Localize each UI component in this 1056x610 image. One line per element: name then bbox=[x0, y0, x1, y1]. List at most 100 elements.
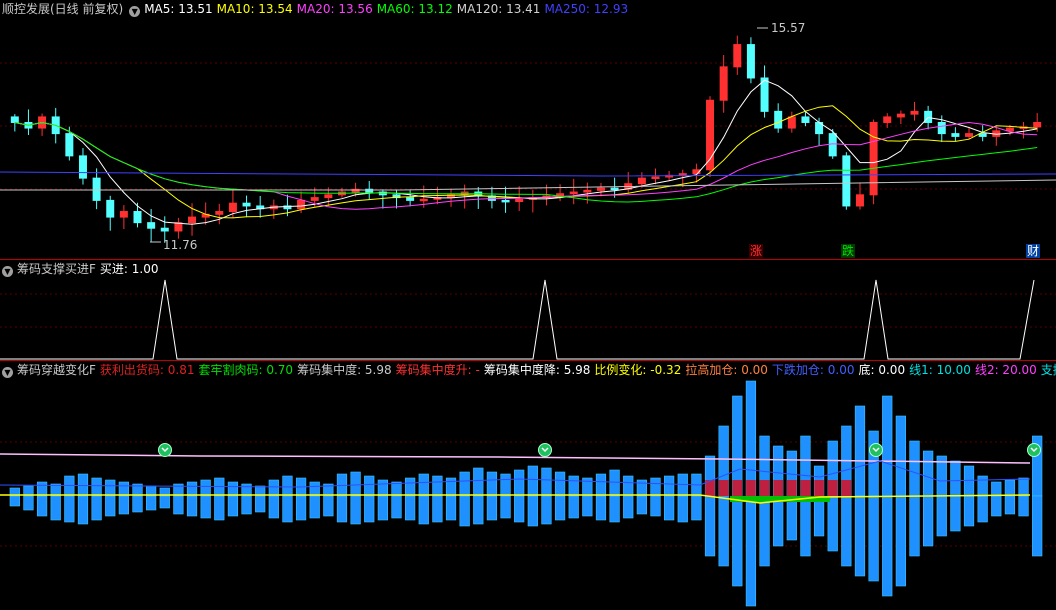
chip-legend-item: 套牢割肉码: 0.70 bbox=[198, 363, 294, 377]
profit-block bbox=[800, 480, 811, 496]
candle-up bbox=[297, 199, 306, 210]
histogram-bar-up bbox=[350, 471, 361, 497]
buy-value: 买进: 1.00 bbox=[99, 262, 159, 276]
candle-up bbox=[910, 110, 919, 115]
profit-block bbox=[773, 480, 783, 496]
histogram-bar-down bbox=[841, 495, 852, 567]
histogram-bar-down bbox=[255, 495, 266, 513]
histogram-bar-down bbox=[186, 495, 198, 517]
profit-block bbox=[732, 480, 743, 496]
event-marker-finance[interactable]: 财 bbox=[1026, 244, 1041, 258]
candle-up bbox=[1033, 121, 1042, 128]
ma-legend-item: MA20: 13.56 bbox=[296, 2, 373, 16]
histogram-bar-up bbox=[745, 380, 757, 497]
chip-legend-item: 筹码集中度升: - bbox=[395, 363, 480, 377]
histogram-bar-down bbox=[704, 495, 716, 557]
chip-change-chart[interactable] bbox=[0, 361, 1056, 610]
collapse-icon[interactable]: ▼ bbox=[2, 266, 13, 277]
histogram-bar-down bbox=[554, 495, 566, 521]
histogram-bar-down bbox=[91, 495, 102, 521]
chip-legend-item: 下跌加仓: 0.00 bbox=[771, 363, 855, 377]
collapse-icon[interactable]: ▼ bbox=[2, 367, 13, 378]
ma-line bbox=[0, 171, 1056, 177]
candle-down bbox=[92, 177, 101, 201]
histogram-bar-down bbox=[64, 495, 75, 523]
histogram-bar-down bbox=[118, 495, 129, 515]
candle-down bbox=[78, 155, 87, 179]
chip-change-legend: 获利出货码: 0.81 套牢割肉码: 0.70 筹码集中度: 5.98 筹码集中度升:… bbox=[100, 363, 1056, 377]
histogram-bar-up bbox=[541, 467, 552, 497]
low-price-label: 11.76 bbox=[163, 238, 198, 252]
histogram-bar-up bbox=[214, 477, 225, 497]
histogram-bar-down bbox=[473, 495, 484, 525]
histogram-bar-down bbox=[950, 495, 961, 532]
candle-up bbox=[515, 198, 524, 203]
histogram-bar-down bbox=[514, 495, 525, 523]
main-chart-header: 顺控发展(日线 前复权) ▼ MA5: 13.51 MA10: 13.54 MA20: … bbox=[0, 0, 636, 18]
candle-down bbox=[774, 110, 783, 129]
histogram-bar-down bbox=[50, 495, 61, 521]
candle-down bbox=[160, 227, 169, 232]
event-marker-fall[interactable]: 跌 bbox=[841, 244, 856, 258]
candle-up bbox=[637, 177, 646, 185]
histogram-bar-down bbox=[677, 495, 688, 523]
histogram-bar-down bbox=[486, 495, 498, 521]
collapse-icon[interactable]: ▼ bbox=[129, 6, 141, 17]
chip-legend-item: 线1: 10.00 bbox=[909, 363, 971, 377]
histogram-bar-down bbox=[595, 495, 607, 521]
histogram-bar-down bbox=[350, 495, 361, 525]
histogram-bar-down bbox=[295, 495, 307, 521]
histogram-bar-down bbox=[991, 495, 1002, 517]
histogram-bar-down bbox=[745, 495, 757, 607]
candle-up bbox=[419, 198, 428, 202]
histogram-bar-up bbox=[105, 479, 116, 497]
chip-legend-item: 筹码集中度: 5.98 bbox=[297, 363, 392, 377]
candle-down bbox=[924, 110, 933, 123]
chip-change-panel[interactable]: ▼ 筹码穿越变化F 获利出货码: 0.81 套牢割肉码: 0.70 筹码集中度: 5.9… bbox=[0, 361, 1056, 610]
histogram-bar-up bbox=[500, 473, 511, 497]
chip-legend-item: 线2: 20.00 bbox=[974, 363, 1037, 377]
histogram-bar-down bbox=[691, 495, 702, 521]
histogram-bar-up bbox=[527, 465, 538, 497]
histogram-bar-up bbox=[405, 477, 416, 497]
main-chart-panel[interactable]: 顺控发展(日线 前复权) ▼ MA5: 13.51 MA10: 13.54 MA20: … bbox=[0, 0, 1056, 259]
histogram-bar-up bbox=[445, 477, 457, 497]
histogram-bar-down bbox=[146, 495, 157, 511]
event-marker-rise[interactable]: 涨 bbox=[749, 244, 764, 258]
candlestick-chart[interactable] bbox=[0, 0, 1056, 259]
profit-block bbox=[759, 480, 770, 496]
histogram-bar-down bbox=[309, 495, 320, 519]
candle-up bbox=[310, 197, 319, 201]
histogram-bar-down bbox=[895, 495, 906, 587]
histogram-bar-down bbox=[432, 495, 443, 523]
histogram-bar-down bbox=[827, 495, 838, 552]
ma-legend-item: MA10: 13.54 bbox=[216, 2, 293, 16]
histogram-bar-down bbox=[582, 495, 593, 517]
histogram-bar-down bbox=[377, 495, 388, 521]
candle-down bbox=[10, 116, 19, 123]
histogram-bar-up bbox=[554, 471, 566, 497]
histogram-bar-down bbox=[636, 495, 647, 515]
candle-up bbox=[119, 211, 128, 218]
candle-up bbox=[188, 216, 197, 224]
candle-up bbox=[883, 116, 892, 123]
candle-down bbox=[842, 155, 851, 207]
histogram-bar-down bbox=[200, 495, 211, 519]
histogram-bar-up bbox=[977, 475, 988, 497]
histogram-bar-down bbox=[173, 495, 184, 515]
histogram-bar-down bbox=[923, 495, 934, 547]
histogram-bar-down bbox=[500, 495, 511, 519]
candle-up bbox=[787, 116, 796, 129]
chip-support-panel[interactable]: ▼ 筹码支撑买进F 买进: 1.00 bbox=[0, 260, 1056, 360]
chip-change-header: ▼ 筹码穿越变化F 获利出货码: 0.81 套牢割肉码: 0.70 筹码集中度: 5.9… bbox=[0, 361, 1056, 379]
candle-up bbox=[719, 66, 728, 101]
candle-down bbox=[106, 199, 115, 218]
histogram-bar-up bbox=[991, 481, 1002, 497]
histogram-bar-down bbox=[9, 495, 20, 507]
ma-legend-item: MA120: 13.41 bbox=[456, 2, 541, 16]
histogram-bar-up bbox=[636, 479, 647, 497]
histogram-bar-up bbox=[950, 460, 961, 497]
profit-block bbox=[814, 480, 824, 496]
histogram-bar-down bbox=[418, 495, 429, 525]
profit-block bbox=[746, 480, 756, 496]
